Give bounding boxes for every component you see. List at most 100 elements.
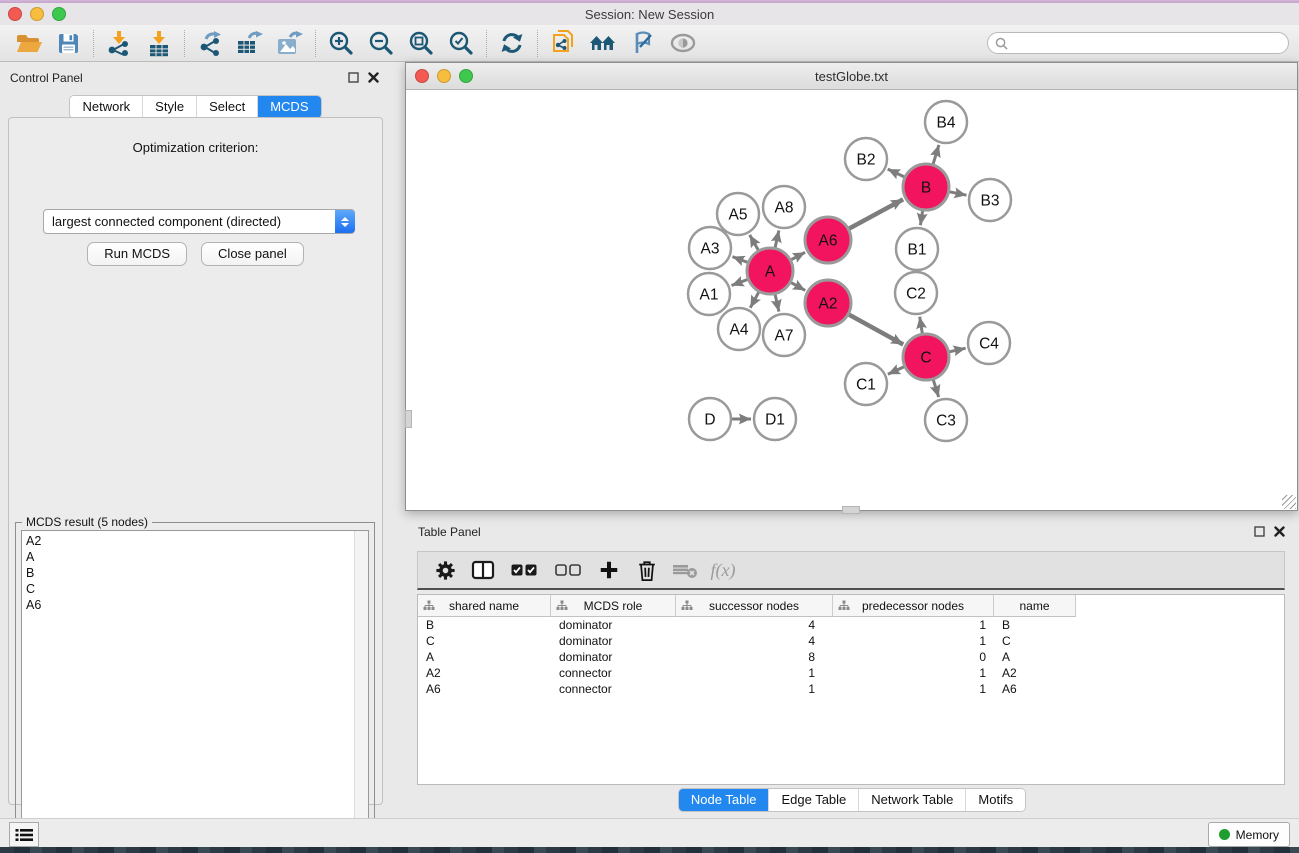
bottom-divider-grip[interactable] xyxy=(842,506,860,514)
select-all-columns-button[interactable] xyxy=(504,555,544,585)
close-table-panel-icon[interactable] xyxy=(1274,526,1285,537)
table-row[interactable]: A2connector11A2 xyxy=(418,665,1284,681)
graph-node-A1[interactable]: A1 xyxy=(688,273,730,315)
graph-node-C3[interactable]: C3 xyxy=(925,399,967,441)
table-cell[interactable]: 8 xyxy=(676,650,833,664)
table-row[interactable]: Bdominator41B xyxy=(418,617,1284,633)
graph-node-C[interactable]: C xyxy=(903,334,949,380)
zoom-in-button[interactable] xyxy=(321,28,361,59)
result-list-scrollbar[interactable] xyxy=(354,531,368,853)
graph-node-B2[interactable]: B2 xyxy=(845,138,887,180)
graph-node-A8[interactable]: A8 xyxy=(763,186,805,228)
show-column-panel-button[interactable] xyxy=(466,555,500,585)
graph-node-C2[interactable]: C2 xyxy=(895,272,937,314)
graph-edge-A-A7[interactable] xyxy=(775,294,779,311)
graph-edge-B-B3[interactable] xyxy=(950,192,967,195)
save-session-button[interactable] xyxy=(48,28,88,59)
graph-node-A2[interactable]: A2 xyxy=(805,280,851,326)
graph-edge-A-A4[interactable] xyxy=(750,292,758,308)
table-cell[interactable]: dominator xyxy=(551,650,676,664)
annotation-mode-button[interactable] xyxy=(623,28,663,59)
graph-edge-B-B4[interactable] xyxy=(933,145,939,164)
tab-mcds[interactable]: MCDS xyxy=(257,96,320,118)
close-panel-icon[interactable] xyxy=(368,72,379,83)
tab-network[interactable]: Network xyxy=(70,96,142,118)
graph-node-A6[interactable]: A6 xyxy=(805,217,851,263)
table-row[interactable]: Cdominator41C xyxy=(418,633,1284,649)
close-panel-button[interactable]: Close panel xyxy=(201,242,304,266)
graph-edge-C-C4[interactable] xyxy=(949,348,965,352)
table-cell[interactable]: connector xyxy=(551,682,676,696)
graph-node-B4[interactable]: B4 xyxy=(925,101,967,143)
graph-node-C4[interactable]: C4 xyxy=(968,322,1010,364)
graph-node-B[interactable]: B xyxy=(903,164,949,210)
delete-table-button[interactable] xyxy=(668,555,702,585)
graph-node-B1[interactable]: B1 xyxy=(896,228,938,270)
graph-node-A5[interactable]: A5 xyxy=(717,193,759,235)
table-cell[interactable]: 0 xyxy=(833,650,994,664)
table-tab-edge-table[interactable]: Edge Table xyxy=(768,789,858,811)
import-network-button[interactable] xyxy=(99,28,139,59)
graph-node-A3[interactable]: A3 xyxy=(689,227,731,269)
task-history-button[interactable] xyxy=(9,822,39,847)
graph-node-B3[interactable]: B3 xyxy=(969,179,1011,221)
window-resize-grip[interactable] xyxy=(1282,495,1296,509)
table-tab-node-table[interactable]: Node Table xyxy=(679,789,769,811)
table-cell[interactable]: 4 xyxy=(676,634,833,648)
column-header-shared-name[interactable]: shared name xyxy=(418,595,551,617)
result-item[interactable]: C xyxy=(22,581,368,597)
graph-node-C1[interactable]: C1 xyxy=(845,363,887,405)
table-cell[interactable]: 1 xyxy=(676,682,833,696)
table-cell[interactable]: A6 xyxy=(994,682,1076,696)
graph-edge-A-A1[interactable] xyxy=(732,280,748,286)
result-item[interactable]: B xyxy=(22,565,368,581)
export-image-button[interactable] xyxy=(270,28,310,59)
graph-edge-A2-C[interactable] xyxy=(849,315,903,345)
table-cell[interactable]: A2 xyxy=(418,666,551,680)
table-cell[interactable]: connector xyxy=(551,666,676,680)
table-cell[interactable]: C xyxy=(418,634,551,648)
memory-button[interactable]: Memory xyxy=(1208,822,1290,847)
graph-edge-A-A8[interactable] xyxy=(775,230,779,247)
table-row[interactable]: A6connector11A6 xyxy=(418,681,1284,697)
table-cell[interactable]: dominator xyxy=(551,634,676,648)
graph-node-D1[interactable]: D1 xyxy=(754,398,796,440)
graph-edge-C-C3[interactable] xyxy=(933,380,938,397)
table-cell[interactable]: B xyxy=(418,618,551,632)
create-column-button[interactable] xyxy=(592,555,626,585)
result-item[interactable]: A6 xyxy=(22,597,368,613)
graph-edge-B-B1[interactable] xyxy=(920,211,922,225)
function-builder-button[interactable]: f(x) xyxy=(706,555,740,585)
graph-edge-A6-B[interactable] xyxy=(849,199,903,228)
table-cell[interactable]: C xyxy=(994,634,1076,648)
table-cell[interactable]: 1 xyxy=(833,618,994,632)
criterion-dropdown[interactable]: largest connected component (directed) xyxy=(43,209,355,234)
network-graph[interactable]: B4B2BB3A8A5A6A3B1AA1C2A2A4A7C4CC1DD1C3 xyxy=(406,90,1297,510)
table-cell[interactable]: 1 xyxy=(833,666,994,680)
zoom-fit-button[interactable] xyxy=(401,28,441,59)
tab-select[interactable]: Select xyxy=(196,96,257,118)
node-table[interactable]: shared nameMCDS rolesuccessor nodesprede… xyxy=(417,594,1285,785)
table-options-button[interactable] xyxy=(428,555,462,585)
table-cell[interactable]: A xyxy=(418,650,551,664)
graph-edge-A-A3[interactable] xyxy=(732,257,747,263)
mcds-result-list[interactable]: A2ABCA6 xyxy=(21,530,369,853)
float-table-panel-icon[interactable] xyxy=(1254,526,1265,537)
table-cell[interactable]: A xyxy=(994,650,1076,664)
run-mcds-button[interactable]: Run MCDS xyxy=(87,242,187,266)
apply-layout-button[interactable] xyxy=(492,28,532,59)
graph-edge-C-C1[interactable] xyxy=(888,367,904,374)
table-cell[interactable]: 1 xyxy=(676,666,833,680)
graph-edge-C-C2[interactable] xyxy=(920,317,923,334)
table-cell[interactable]: A2 xyxy=(994,666,1076,680)
column-header-name[interactable]: name xyxy=(994,595,1076,617)
table-cell[interactable]: A6 xyxy=(418,682,551,696)
table-cell[interactable]: B xyxy=(994,618,1076,632)
float-panel-icon[interactable] xyxy=(348,72,359,83)
graph-node-D[interactable]: D xyxy=(689,398,731,440)
column-header-predecessor-nodes[interactable]: predecessor nodes xyxy=(833,595,994,617)
result-item[interactable]: A xyxy=(22,549,368,565)
search-input[interactable] xyxy=(1008,34,1288,52)
export-network-button[interactable] xyxy=(190,28,230,59)
table-tab-network-table[interactable]: Network Table xyxy=(858,789,965,811)
